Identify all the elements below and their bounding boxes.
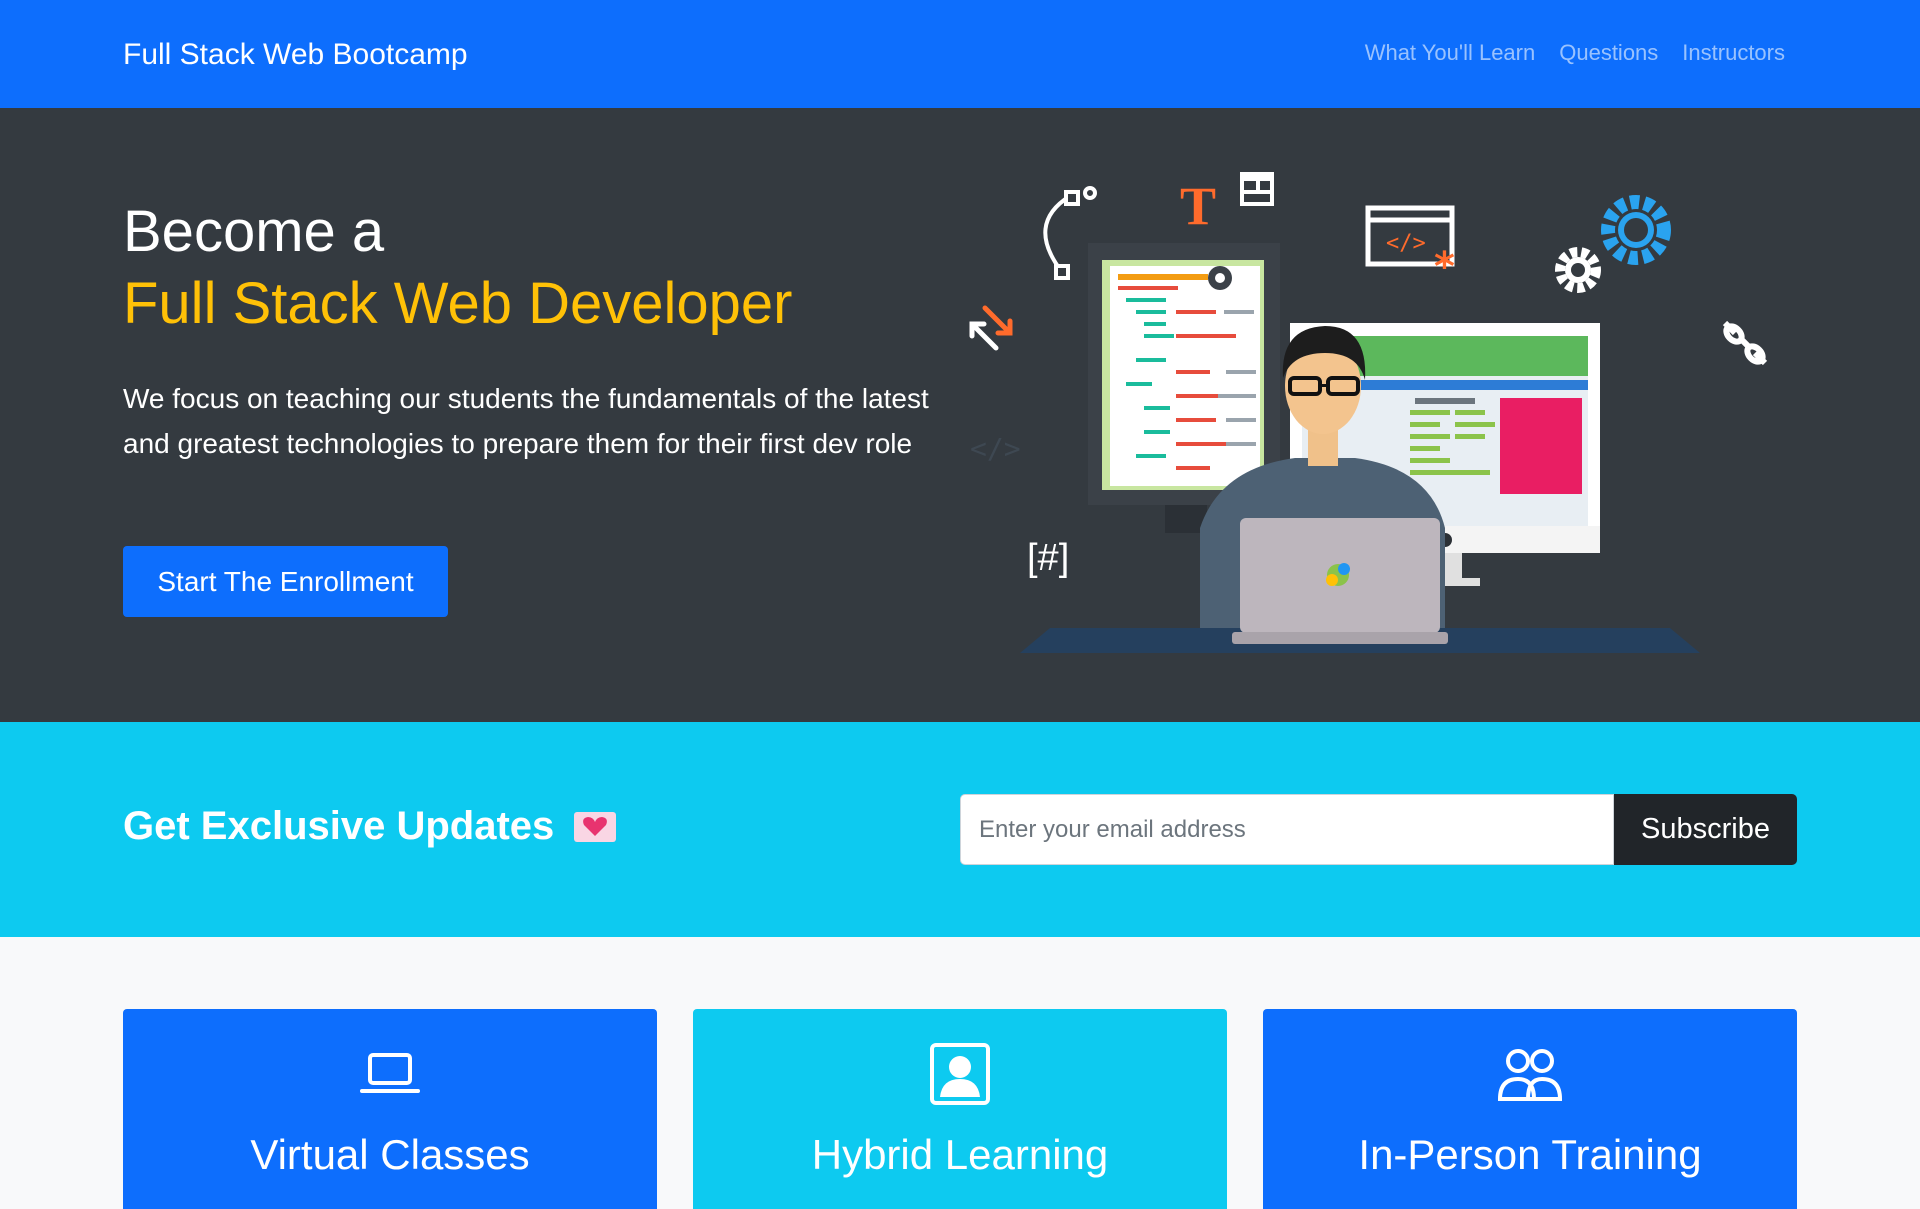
start-enrollment-button[interactable]: Start The Enrollment	[123, 546, 448, 617]
gears-icon	[1555, 195, 1671, 293]
newsletter-title-text: Get Exclusive Updates	[123, 804, 555, 848]
svg-text:*: *	[1434, 244, 1455, 290]
newsletter-title: Get Exclusive Updates	[123, 804, 617, 849]
newsletter-section: Get Exclusive Updates Subscribe	[0, 722, 1920, 937]
brand-link[interactable]: Full Stack Web Bootcamp	[123, 38, 468, 72]
link-chain-icon	[1722, 320, 1768, 366]
laptop-shape	[1232, 518, 1448, 644]
hero-section: Become a Full Stack Web Developer We foc…	[0, 108, 1920, 722]
hero-title: Become a	[123, 199, 385, 264]
card-virtual-classes: Virtual Classes	[123, 1009, 657, 1209]
person-badge-icon	[930, 1043, 990, 1105]
laptop-icon	[360, 1053, 420, 1093]
code-window-icon: </> *	[1365, 205, 1455, 290]
nav-link-instructors[interactable]: Instructors	[1682, 40, 1785, 66]
heart-icon	[574, 811, 617, 842]
layout-icon	[1240, 172, 1274, 206]
faded-code-icon: </>	[970, 432, 1021, 465]
card-title: Virtual Classes	[250, 1131, 530, 1178]
card-title: In-Person Training	[1358, 1131, 1702, 1178]
hero-text: Become a Full Stack Web Developer We foc…	[123, 196, 943, 466]
font-t-icon: T	[1180, 176, 1216, 236]
hash-tag-icon: [#]	[1027, 537, 1069, 579]
people-icon	[1498, 1049, 1562, 1101]
email-input[interactable]	[960, 794, 1614, 865]
nav-link-questions[interactable]: Questions	[1559, 40, 1658, 66]
arrows-icon	[969, 305, 1013, 351]
subscribe-button[interactable]: Subscribe	[1614, 794, 1797, 865]
hero-title-highlight: Full Stack Web Developer	[123, 271, 793, 336]
nav-link-what-youll-learn[interactable]: What You'll Learn	[1365, 40, 1536, 66]
card-in-person-training: In-Person Training	[1263, 1009, 1797, 1209]
navbar: Full Stack Web Bootcamp What You'll Lear…	[0, 0, 1920, 108]
card-hybrid-learning: Hybrid Learning	[693, 1009, 1227, 1209]
curve-tool-icon	[1043, 186, 1097, 280]
card-title: Hybrid Learning	[811, 1131, 1109, 1178]
hero-lead: We focus on teaching our students the fu…	[123, 383, 929, 459]
code-tag-text: </>	[1386, 231, 1426, 256]
developer-illustration: T </> * [#] </>	[969, 172, 1768, 653]
nav-links: What You'll Learn Questions Instructors	[1365, 40, 1785, 66]
